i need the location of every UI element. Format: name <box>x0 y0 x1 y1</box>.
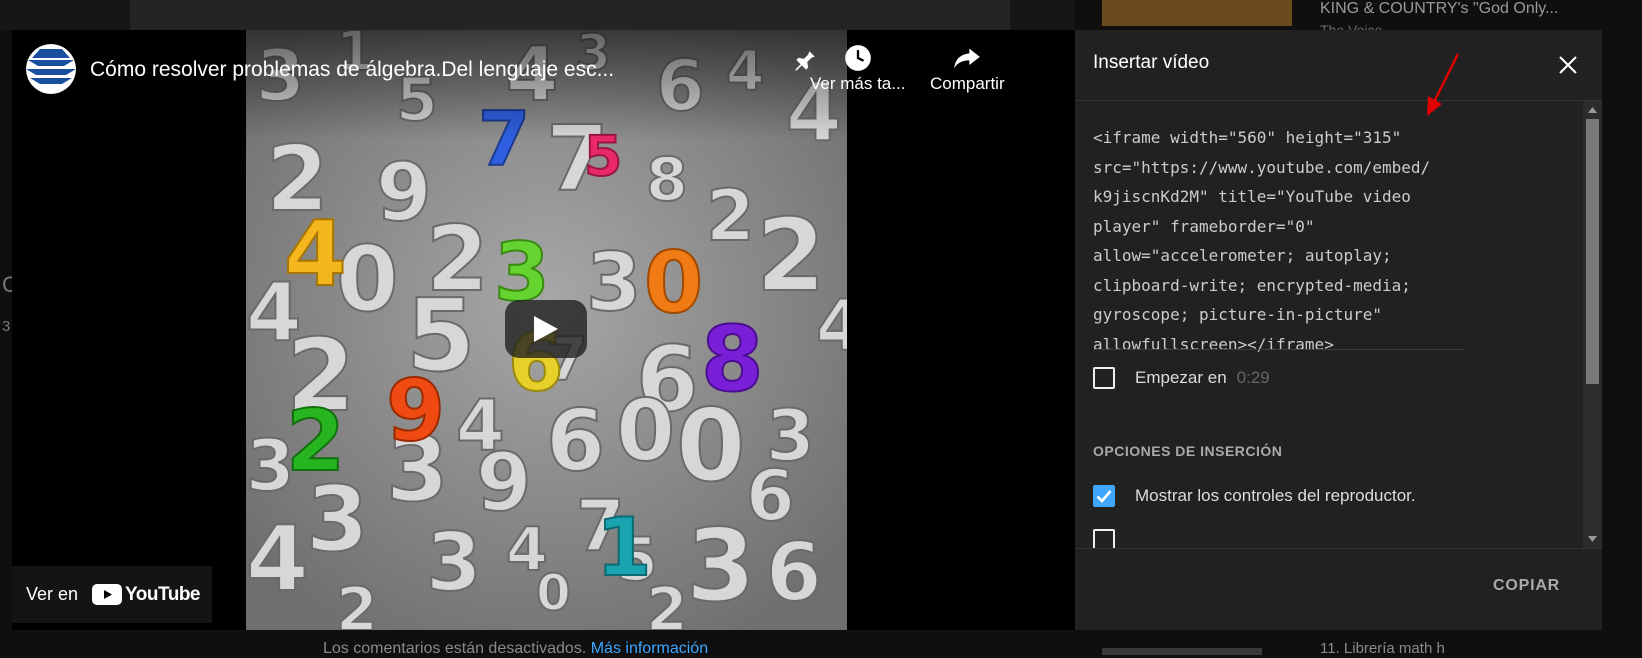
svg-text:2: 2 <box>706 175 755 257</box>
related-video-title-bottom[interactable]: 11. Librería math h <box>1320 640 1445 657</box>
embedded-video-player[interactable]: 3 1 5 4 3 6 4 4 2 9 7 8 2 2 4 0 2 3 4 2 <box>12 30 1075 630</box>
svg-text:3: 3 <box>586 236 642 329</box>
svg-text:6: 6 <box>766 526 822 619</box>
svg-text:3: 3 <box>426 516 482 609</box>
clock-icon <box>844 45 871 71</box>
svg-text:0: 0 <box>644 234 703 333</box>
comments-disabled-notice: Los comentarios están desactivados. Más … <box>323 640 708 658</box>
next-option-partial[interactable] <box>1093 529 1115 548</box>
svg-text:2: 2 <box>336 575 378 630</box>
svg-text:0: 0 <box>536 564 571 622</box>
svg-text:1: 1 <box>596 501 652 594</box>
close-button[interactable] <box>1553 50 1583 80</box>
svg-text:4: 4 <box>246 507 309 612</box>
play-icon <box>534 316 558 342</box>
annotation-arrow-icon <box>1427 53 1460 116</box>
svg-text:9: 9 <box>376 146 432 239</box>
related-video-title[interactable]: KING & COUNTRY's "God Only... <box>1320 0 1558 18</box>
play-button[interactable] <box>505 300 587 358</box>
next-option-checkbox[interactable] <box>1093 529 1115 548</box>
svg-text:4: 4 <box>816 285 847 367</box>
svg-text:8: 8 <box>646 145 688 215</box>
svg-text:4: 4 <box>284 202 347 307</box>
svg-text:3: 3 <box>686 507 756 624</box>
youtube-wordmark: YouTube <box>125 583 200 605</box>
share-arrow-icon <box>954 48 981 69</box>
page-header-backdrop <box>0 0 1075 30</box>
start-at-option[interactable]: Empezar en 0:29 <box>1093 367 1270 389</box>
svg-text:9: 9 <box>386 362 445 461</box>
start-at-checkbox[interactable] <box>1093 367 1115 389</box>
related-video-thumbnail-bottom[interactable] <box>1102 648 1262 655</box>
dialog-scrollbar[interactable] <box>1583 101 1602 548</box>
svg-text:2: 2 <box>646 575 688 630</box>
dialog-footer: COPIAR <box>1075 548 1602 631</box>
svg-text:2: 2 <box>286 392 345 491</box>
dialog-body: <iframe width="560" height="315" src="ht… <box>1075 101 1602 548</box>
related-video-thumbnail[interactable] <box>1102 0 1292 26</box>
dialog-title: Insertar vídeo <box>1093 52 1210 73</box>
watch-later-button[interactable]: Ver más ta... <box>810 44 905 94</box>
watch-on-youtube-button[interactable]: Ver en YouTube <box>12 566 212 623</box>
close-icon <box>1559 56 1577 74</box>
partial-left-number: 3 <box>2 318 11 335</box>
watch-later-label: Ver más ta... <box>810 74 906 93</box>
scrollbar-thumb[interactable] <box>1586 119 1599 384</box>
scroll-down-arrow-icon[interactable] <box>1587 535 1598 543</box>
copy-button[interactable]: COPIAR <box>1493 577 1560 595</box>
show-controls-label: Mostrar los controles del reproductor. <box>1135 486 1416 505</box>
checkmark-icon <box>1096 490 1112 503</box>
embed-video-dialog: Insertar vídeo <iframe width="560" heigh… <box>1075 30 1602 630</box>
scroll-up-arrow-icon[interactable] <box>1587 106 1598 114</box>
watch-on-label: Ver en <box>26 584 79 604</box>
channel-avatar[interactable] <box>26 44 76 94</box>
show-controls-checkbox[interactable] <box>1093 485 1115 507</box>
video-title-link[interactable]: Cómo resolver problemas de álgebra.Del l… <box>90 58 614 82</box>
share-label: Compartir <box>930 74 1005 93</box>
svg-text:0: 0 <box>616 382 675 481</box>
youtube-logo: YouTube <box>92 584 200 606</box>
dialog-header: Insertar vídeo <box>1075 30 1602 101</box>
share-button[interactable]: Compartir <box>930 44 1005 94</box>
embed-options-title: OPCIONES DE INSERCIÓN <box>1093 443 1283 459</box>
svg-text:8: 8 <box>701 307 764 412</box>
embed-code-textarea[interactable]: <iframe width="560" height="315" src="ht… <box>1093 123 1473 359</box>
start-at-time[interactable]: 0:29 <box>1237 368 1270 388</box>
comments-notice-text: Los comentarios están desactivados. <box>323 640 587 657</box>
start-at-label: Empezar en <box>1135 368 1227 387</box>
more-info-link[interactable]: Más información <box>591 640 708 657</box>
show-controls-option[interactable]: Mostrar los controles del reproductor. <box>1093 485 1416 507</box>
youtube-play-icon <box>92 584 123 605</box>
